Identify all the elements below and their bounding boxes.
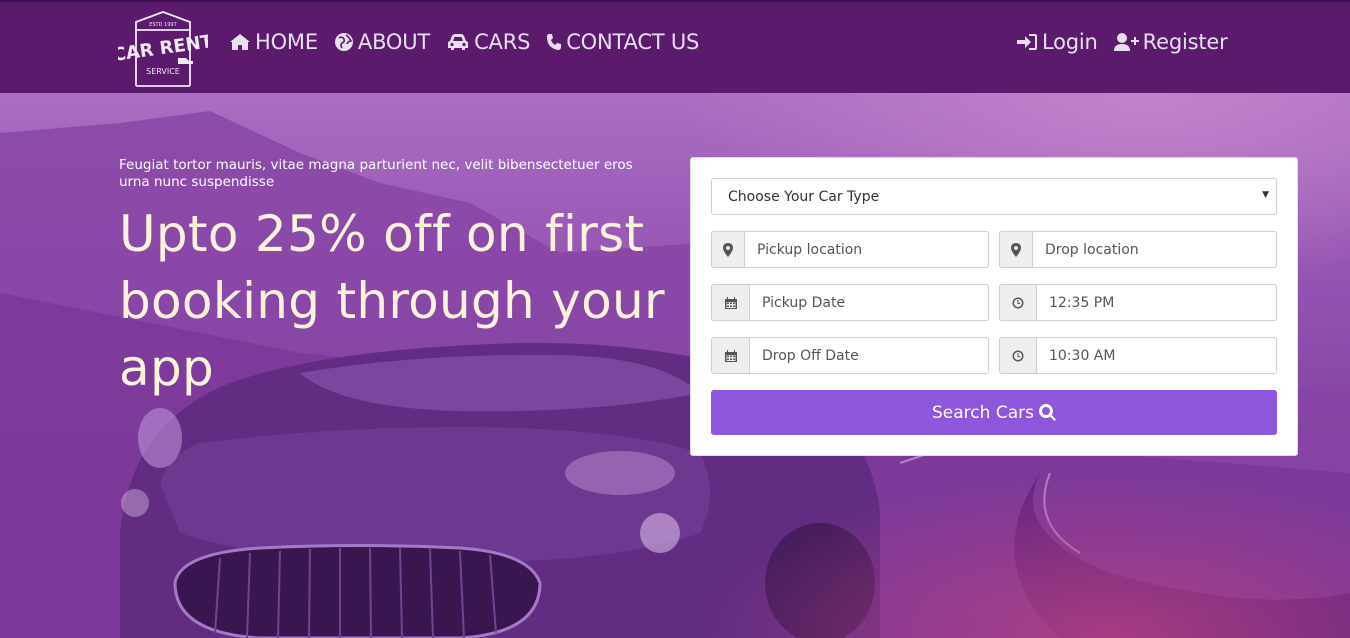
home-icon	[230, 34, 250, 50]
navbar: ESTD 1997 CAR RENT SERVICE HOME ABOUT CA…	[0, 0, 1350, 93]
nav-cars-label: CARS	[474, 30, 531, 54]
nav-about-label: ABOUT	[357, 30, 431, 54]
car-rent-logo[interactable]: ESTD 1997 CAR RENT SERVICE	[118, 10, 208, 88]
hero-headline: Upto 25% off on first booking through yo…	[119, 205, 665, 397]
nav-about[interactable]: ABOUT	[334, 30, 430, 54]
pickup-time-value: 12:35 PM	[1049, 294, 1115, 311]
dropoff-time-value: 10:30 AM	[1049, 347, 1116, 364]
search-cars-label: Search Cars	[932, 402, 1034, 423]
clock-icon	[1000, 285, 1037, 320]
chevron-down-icon: ▼	[1262, 190, 1269, 200]
nav-login[interactable]: Login	[1016, 30, 1098, 54]
car-type-select[interactable]: Choose Your Car Type ▼	[711, 178, 1277, 215]
sign-in-icon	[1017, 34, 1037, 50]
dropoff-time-field[interactable]: 10:30 AM	[999, 337, 1277, 374]
globe-icon	[334, 33, 353, 51]
nav-cars[interactable]: CARS	[446, 30, 530, 54]
nav-register[interactable]: Register	[1113, 30, 1228, 54]
drop-location-placeholder: Drop location	[1045, 241, 1139, 258]
car-type-value: Choose Your Car Type	[728, 188, 880, 205]
nav-register-label: Register	[1142, 30, 1228, 54]
dropoff-date-field[interactable]: Drop Off Date	[711, 337, 989, 374]
car-search-form: Choose Your Car Type ▼ Pickup location D…	[690, 157, 1298, 456]
svg-text:ESTD 1997: ESTD 1997	[149, 22, 177, 28]
map-marker-icon	[1000, 232, 1033, 267]
pickup-date-field[interactable]: Pickup Date	[711, 284, 989, 321]
nav-contact[interactable]: CONTACT US	[546, 30, 699, 54]
clock-icon	[1000, 338, 1037, 373]
nav-home[interactable]: HOME	[229, 30, 318, 54]
phone-icon	[547, 34, 562, 50]
pickup-location-field[interactable]: Pickup location	[711, 231, 989, 268]
calendar-icon	[712, 285, 750, 320]
pickup-location-placeholder: Pickup location	[757, 241, 863, 258]
user-plus-icon	[1113, 33, 1139, 51]
map-marker-icon	[712, 232, 745, 267]
pickup-date-placeholder: Pickup Date	[762, 294, 846, 311]
nav-contact-label: CONTACT US	[566, 30, 700, 54]
svg-text:CAR RENT: CAR RENT	[118, 31, 208, 66]
calendar-icon	[712, 338, 750, 373]
car-icon	[448, 34, 469, 50]
nav-home-label: HOME	[255, 30, 318, 54]
drop-location-field[interactable]: Drop location	[999, 231, 1277, 268]
hero-subtitle: Feugiat tortor mauris, vitae magna partu…	[119, 157, 633, 190]
dropoff-date-placeholder: Drop Off Date	[762, 347, 859, 364]
pickup-time-field[interactable]: 12:35 PM	[999, 284, 1277, 321]
search-cars-button[interactable]: Search Cars	[711, 390, 1277, 435]
nav-login-label: Login	[1042, 30, 1098, 54]
svg-text:SERVICE: SERVICE	[146, 67, 180, 76]
search-icon	[1038, 404, 1056, 421]
